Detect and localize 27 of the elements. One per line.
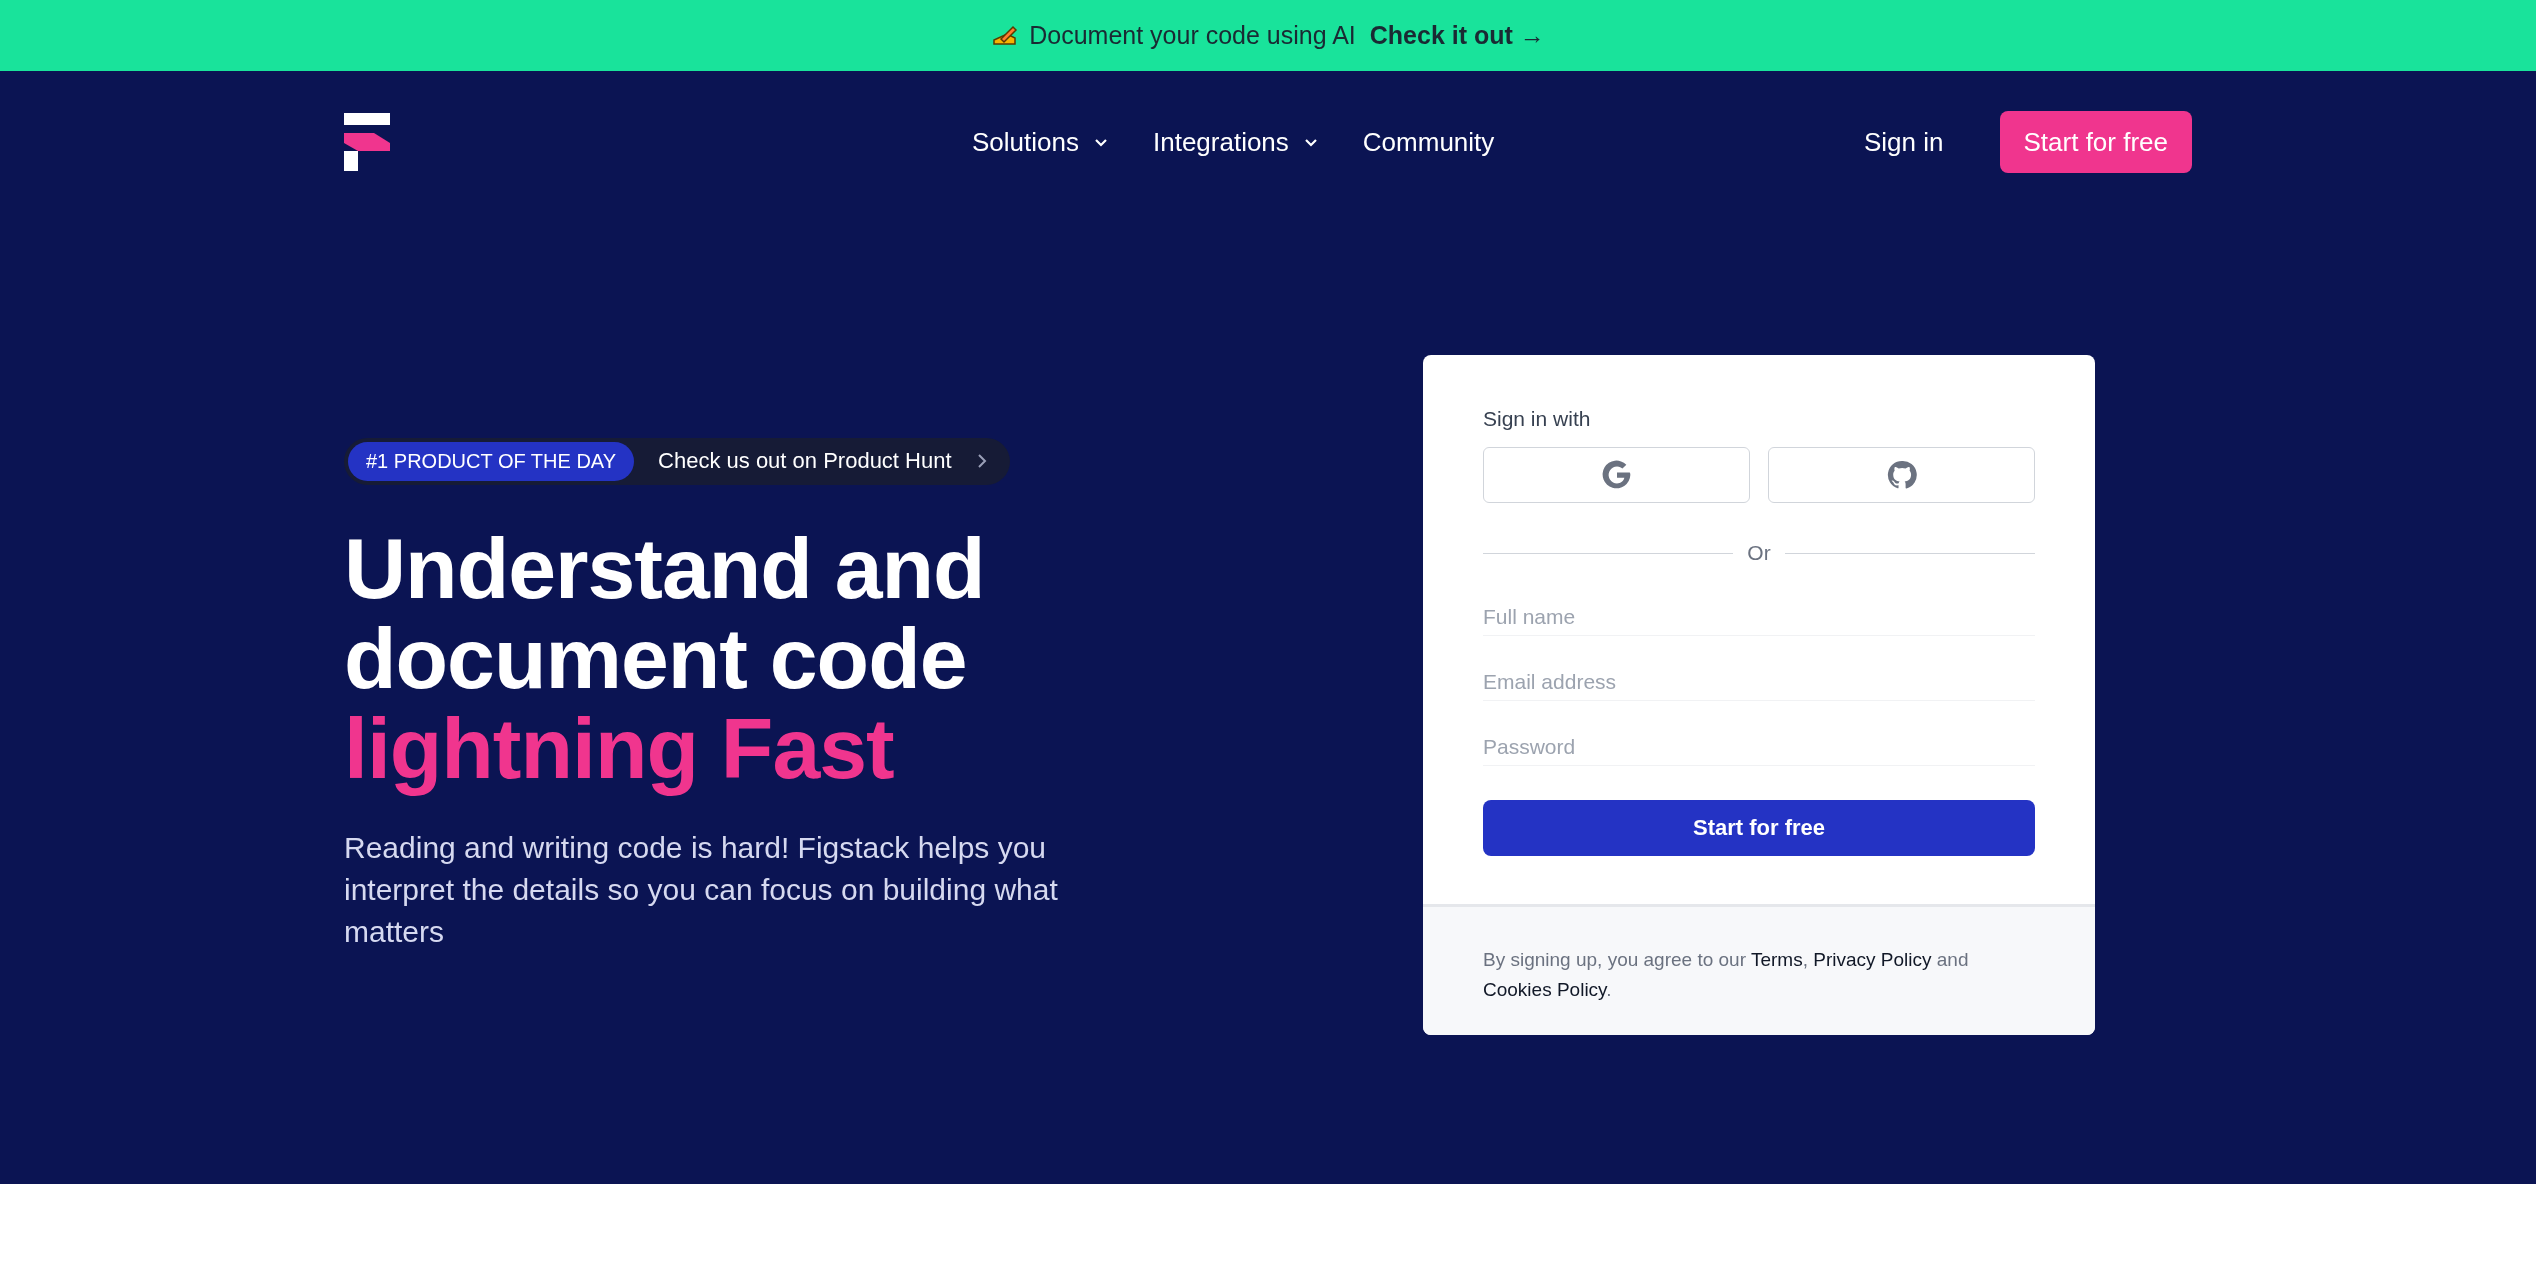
product-hunt-banner[interactable]: #1 PRODUCT OF THE DAY Check us out on Product Hunt <box>344 437 1010 485</box>
logo-icon[interactable] <box>344 113 392 171</box>
cat-silhouette-icon <box>1885 459 1918 491</box>
pencil-icon <box>991 23 1020 48</box>
start-free-button[interactable]: Start for free <box>1483 800 2035 856</box>
or-divider-text: Or <box>1747 541 1771 565</box>
nav-link[interactable]: Solutions <box>972 126 1109 158</box>
nav-link[interactable]: Community <box>1362 126 1495 158</box>
chevron-icon <box>975 453 988 469</box>
policy-link[interactable]: Cookies Policy <box>1483 979 1607 1000</box>
product-hunt-text: Check us out on Product Hunt <box>658 448 952 474</box>
github-sign-in-button[interactable] <box>1768 447 2035 503</box>
sign-in-with-label: Sign in with <box>1483 407 1592 431</box>
policy-link[interactable]: Terms <box>1750 949 1803 970</box>
start-free-button[interactable]: Start for free <box>1999 111 2192 173</box>
policy-link[interactable]: Privacy Policy <box>1813 949 1932 970</box>
sign-in-link[interactable]: Sign in <box>1864 126 1944 158</box>
legal-notice: By signing up, you agree to our Terms, Privacy Policy and Cookies Policy. <box>1483 948 1970 1002</box>
announcement-text: Document your code using AI <box>1029 21 1356 50</box>
google-g-icon <box>1600 459 1633 491</box>
hero-heading-line: document code <box>344 612 967 703</box>
hero-heading-line: Understand and <box>344 522 985 613</box>
nav-link[interactable]: Integrations <box>1152 126 1319 158</box>
hero-description: Reading and writing code is hard! Figstack helps you interpret the details so you can focus on building what matters <box>344 829 1059 950</box>
google-sign-in-button[interactable] <box>1483 447 1750 503</box>
product-of-day-tag: #1 PRODUCT OF THE DAY <box>348 441 635 481</box>
check-it-out-link[interactable]: Check it out → <box>1369 21 1545 50</box>
